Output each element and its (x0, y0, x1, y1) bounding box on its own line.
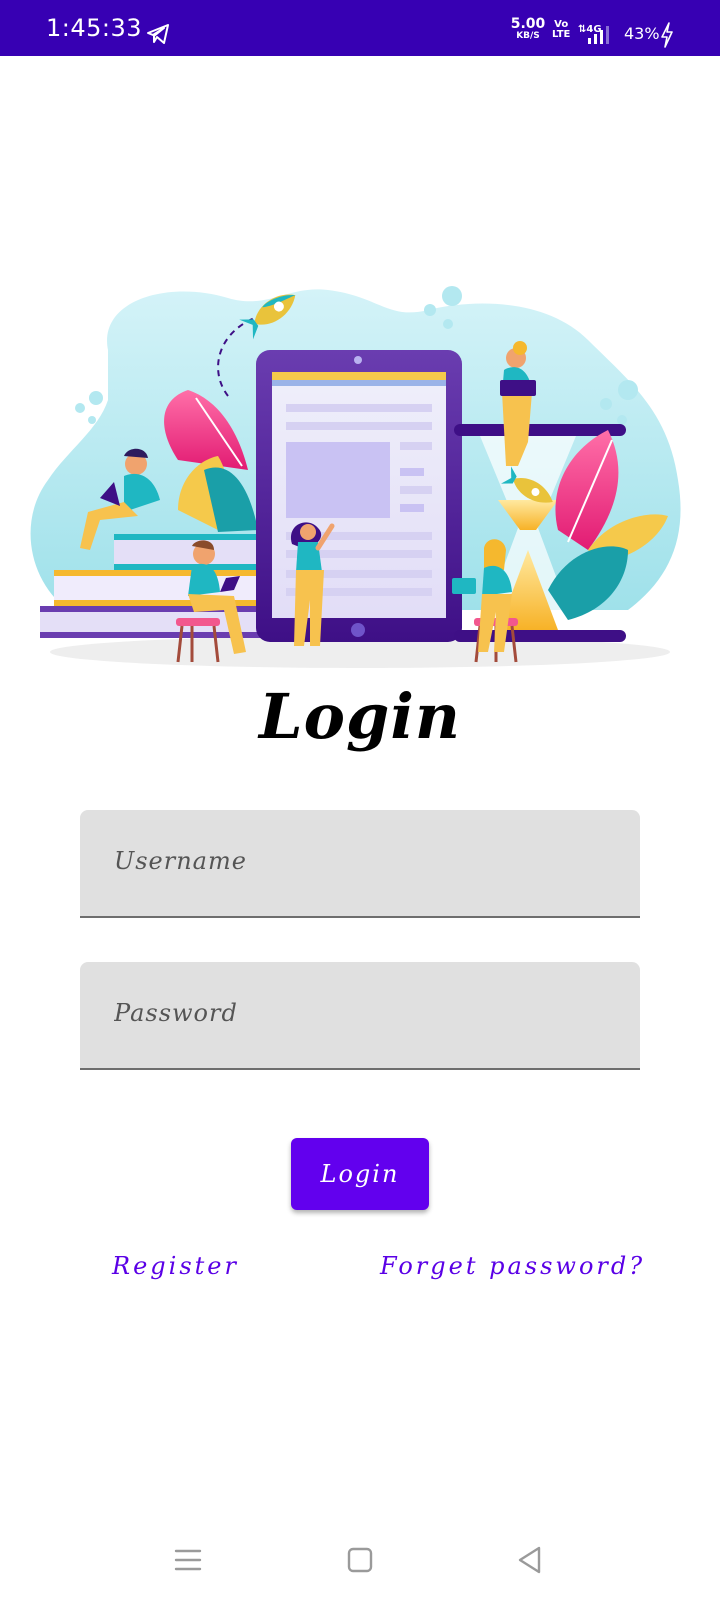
home-icon[interactable] (342, 1542, 378, 1578)
battery-percentage: 43% (624, 24, 660, 43)
speed-value: 5.00 (510, 16, 546, 32)
status-time: 1:45:33 (46, 14, 143, 42)
menu-icon[interactable] (170, 1542, 206, 1578)
login-title: Login (259, 680, 461, 753)
signal-icon: ⇅4G (578, 24, 609, 44)
back-icon[interactable] (512, 1542, 548, 1578)
volte-bottom: LTE (552, 29, 571, 40)
register-link[interactable]: Register (112, 1252, 239, 1280)
username-field-container (80, 810, 640, 918)
telegram-icon (147, 24, 169, 44)
password-field-container (80, 962, 640, 1070)
login-button[interactable]: Login (291, 1138, 429, 1210)
forget-password-link[interactable]: Forget password? (380, 1252, 645, 1280)
navigation-bar (0, 1520, 720, 1600)
volte-indicator: Vo LTE (552, 20, 570, 40)
username-input[interactable] (112, 838, 606, 884)
charging-bolt-icon (661, 22, 673, 48)
password-input[interactable] (112, 990, 606, 1036)
svg-text:⇅4G: ⇅4G (578, 24, 602, 35)
network-speed: 5.00 KB/S (510, 16, 546, 42)
status-bar: 1:45:33 5.00 KB/S Vo LTE ⇅4G 43% (0, 0, 720, 56)
people-learning-illustration (30, 286, 681, 668)
login-screen: 1:45:33 5.00 KB/S Vo LTE ⇅4G 43% Login U… (0, 0, 720, 1600)
